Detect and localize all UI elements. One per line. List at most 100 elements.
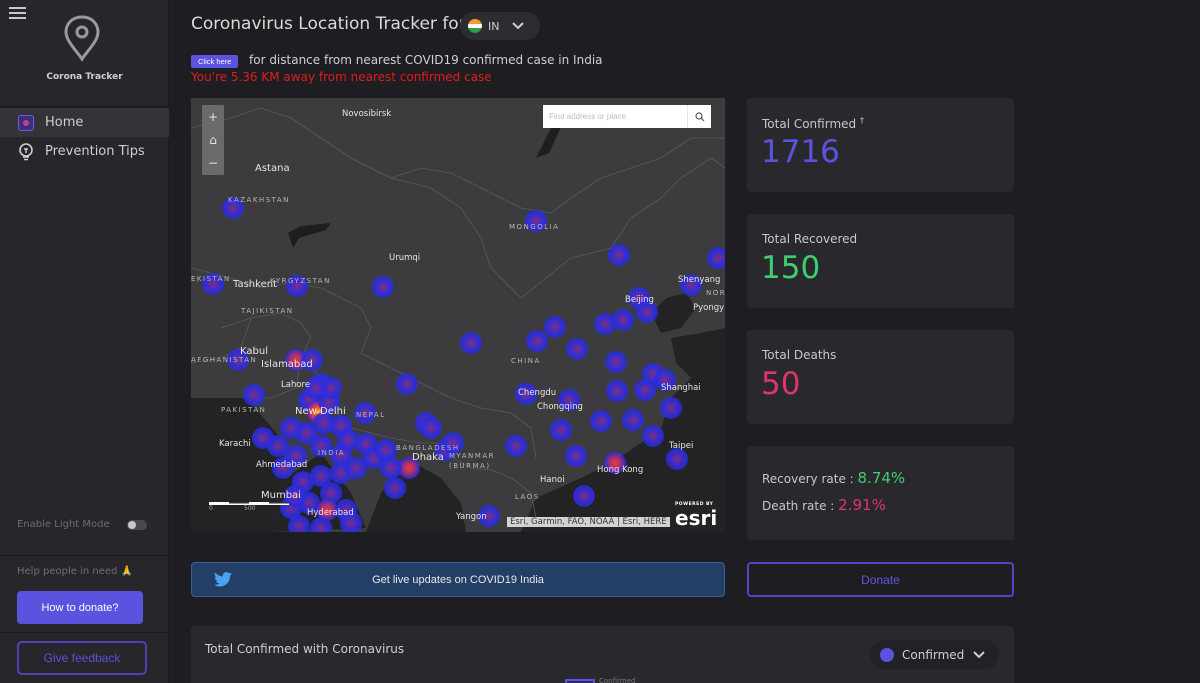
metric-select[interactable]: Confirmed (870, 640, 999, 669)
stat-value-recovered: 150 (761, 250, 821, 286)
divider (0, 632, 169, 633)
search-icon (694, 111, 704, 121)
chart-section: Total Confirmed with Coronavirus Confirm… (191, 626, 1014, 683)
map-label: PAKISTAN (221, 406, 267, 414)
nav-label: Prevention Tips (45, 144, 145, 159)
help-text: Help people in need 🙏 (17, 566, 133, 577)
map-label: Karachi (219, 439, 251, 449)
nav-item-home[interactable]: Home (0, 108, 169, 137)
heatmap-point (605, 351, 627, 373)
heatmap-point (642, 425, 664, 447)
map-label: Novosibirsk (342, 109, 392, 119)
map-label: Dhaka (412, 452, 444, 463)
search-button[interactable] (687, 105, 711, 128)
distance-prompt: for distance from nearest COVID19 confir… (249, 53, 603, 67)
death-rate-value: 2.91% (838, 496, 886, 514)
heatmap-point (565, 445, 587, 467)
heatmap-point (396, 373, 418, 395)
map-label: New Delhi (295, 406, 346, 417)
heatmap-point (573, 485, 595, 507)
lake-balkhash (288, 223, 331, 248)
map-view[interactable]: Novosibirsk Astana KAZAKHSTAN Urumqi MON… (191, 98, 725, 532)
stat-card-rates: Recovery rate : 8.74% Death rate : 2.91% (747, 446, 1014, 540)
donate-button[interactable]: Donate (747, 562, 1014, 597)
map-zoom-controls: + ⌂ − (202, 105, 224, 175)
zoom-out-button[interactable]: − (202, 151, 224, 174)
recovery-rate-value: 8.74% (857, 469, 906, 487)
map-search-input[interactable] (543, 105, 687, 128)
lightbulb-icon (17, 142, 35, 161)
map-label: Hyderabad (307, 508, 354, 518)
heatmap-point (384, 477, 406, 499)
recovery-rate: Recovery rate : 8.74% (762, 469, 906, 487)
map-label: Beijing (625, 295, 654, 305)
map-label: Urumqi (389, 253, 421, 263)
legend-swatch[interactable] (565, 679, 595, 683)
map-search-box (543, 105, 711, 128)
heatmap-point (544, 316, 566, 338)
location-pin-logo-icon (64, 15, 100, 62)
death-rate: Death rate : 2.91% (762, 496, 886, 514)
map-label: Shenyang (678, 275, 721, 285)
heatmap-point (550, 419, 572, 441)
chevron-down-icon (512, 22, 525, 30)
scale-label: 500 (244, 505, 256, 512)
heatmap-point (707, 247, 725, 269)
map-label: Kabul (240, 346, 268, 357)
map-label: Lahore (281, 380, 311, 390)
stat-card-confirmed: Total Confirmed † 1716 (747, 98, 1014, 192)
map-attribution[interactable]: Esri, Garmin, FAO, NOAA | Esri, HERE (507, 517, 670, 527)
map-label: Astana (255, 163, 290, 174)
map-label: EKISTAN (191, 275, 231, 283)
hamburger-menu-icon[interactable] (9, 7, 26, 20)
country-code: IN (488, 19, 500, 33)
map-label: Shanghai (661, 383, 701, 393)
brand-name: Corona Tracker (46, 72, 123, 82)
esri-logo[interactable]: POWERED BY esri (675, 502, 717, 528)
heatmap-point (590, 410, 612, 432)
light-mode-toggle[interactable] (127, 520, 147, 530)
india-flag-icon (468, 19, 482, 33)
how-to-donate-button[interactable]: How to donate? (17, 591, 143, 624)
zoom-in-button[interactable]: + (202, 105, 224, 128)
map-label: TAJIKISTAN (241, 307, 294, 315)
heatmap-point (526, 330, 548, 352)
home-extent-button[interactable]: ⌂ (202, 128, 224, 151)
country-select[interactable]: IN (460, 12, 540, 40)
heatmap-point (660, 397, 682, 419)
map-label: NORTH KOREA (706, 289, 725, 297)
map-label: AFGHANISTAN (191, 356, 258, 364)
heatmap-point (505, 435, 527, 457)
heatmap-point (345, 457, 367, 479)
stat-value-deaths: 50 (761, 366, 801, 402)
heatmap-point (634, 379, 656, 401)
map-label: KYRGYZSTAN (270, 277, 331, 285)
heatmap-point (606, 380, 628, 402)
twitter-updates-button[interactable]: Get live updates on COVID19 India (191, 562, 725, 597)
map-label: Chongqing (537, 402, 583, 412)
esri-brand-text: esri (675, 506, 718, 530)
nav-item-prevention-tips[interactable]: Prevention Tips (0, 137, 169, 166)
map-label: MYANMAR (449, 452, 495, 460)
light-mode-label: Enable Light Mode (17, 519, 110, 530)
page-title: Coronavirus Location Tracker for (191, 14, 466, 34)
heatmap-point (252, 427, 274, 449)
heatmap-point (310, 517, 332, 532)
map-label: Ahmedabad (256, 460, 308, 470)
map-label: Yangon (456, 512, 487, 522)
give-feedback-button[interactable]: Give feedback (17, 641, 147, 675)
heatmap-point (380, 457, 402, 479)
map-label: Islamabad (261, 359, 313, 370)
map-label: Hanoi (540, 475, 565, 485)
stat-card-recovered: Total Recovered 150 (747, 214, 1014, 308)
click-here-button[interactable]: Click here (191, 55, 239, 68)
twitter-button-label: Get live updates on COVID19 India (372, 573, 544, 586)
scale-label: 0 (209, 505, 213, 512)
metric-color-dot (880, 647, 894, 662)
heatmap-point (372, 276, 394, 298)
chevron-down-icon (973, 650, 986, 658)
sidebar: Corona Tracker Home Prevention Tips Enab… (0, 0, 169, 683)
metric-label: Confirmed (902, 647, 965, 662)
chart-title: Total Confirmed with Coronavirus (205, 642, 405, 656)
map-label: BANGLADESH (396, 444, 460, 452)
